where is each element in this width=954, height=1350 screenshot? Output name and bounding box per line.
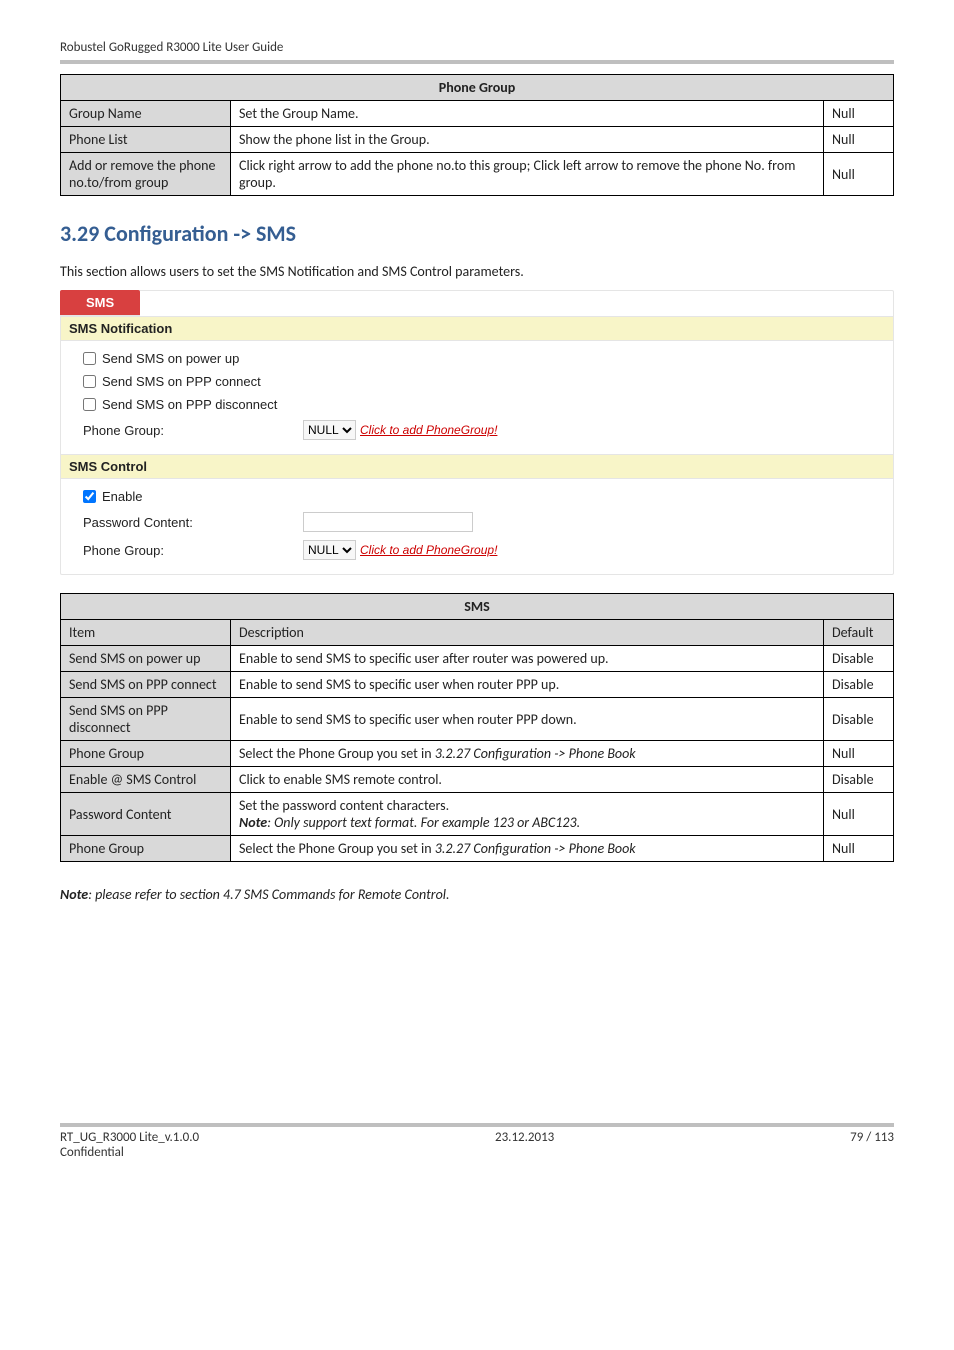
sms-control-band: SMS Control (61, 454, 893, 479)
row-default: Null (824, 793, 894, 836)
row-label: Password Content (61, 793, 231, 836)
row-label: Send SMS on PPP disconnect (61, 698, 231, 741)
col-item: Item (61, 620, 231, 646)
row-default: Disable (824, 672, 894, 698)
send-sms-ppp-connect-checkbox[interactable] (83, 375, 96, 388)
row-label: Group Name (61, 101, 231, 127)
row-default: Null (824, 741, 894, 767)
row-desc: Enable to send SMS to specific user afte… (231, 646, 824, 672)
section-intro: This section allows users to set the SMS… (60, 263, 894, 280)
phone-group-table: Phone Group Group Name Set the Group Nam… (60, 74, 894, 196)
send-sms-power-checkbox[interactable] (83, 352, 96, 365)
row-desc: Click right arrow to add the phone no.to… (231, 153, 824, 196)
row-label: Enable @ SMS Control (61, 767, 231, 793)
enable-checkbox[interactable] (83, 490, 96, 503)
sms-tab[interactable]: SMS (60, 290, 140, 316)
table-row: Add or remove the phone no.to/from group… (61, 153, 894, 196)
row-label: Phone Group (61, 741, 231, 767)
footnote: Note: please refer to section 4.7 SMS Co… (60, 886, 894, 903)
row-default: Null (824, 127, 894, 153)
phone-group-title: Phone Group (61, 75, 894, 101)
password-content-input[interactable] (303, 512, 473, 532)
row-default: Null (824, 153, 894, 196)
phone-group-select[interactable]: NULL (303, 420, 356, 440)
footer-left-2: Confidential (60, 1145, 199, 1160)
page-footer: RT_UG_R3000 Lite_v.1.0.0 Confidential 23… (60, 1127, 894, 1160)
enable-label: Enable (102, 489, 142, 504)
table-row: Password Content Set the password conten… (61, 793, 894, 836)
row-default: Disable (824, 767, 894, 793)
row-desc: Show the phone list in the Group. (231, 127, 824, 153)
row-label: Phone List (61, 127, 231, 153)
password-content-label: Password Content: (83, 515, 303, 530)
row-default: Disable (824, 646, 894, 672)
sms-control-body: Enable Password Content: Phone Group: NU… (61, 479, 893, 574)
section-title: 3.29 Configuration -> SMS (60, 220, 894, 247)
table-row: Send SMS on power up Enable to send SMS … (61, 646, 894, 672)
row-desc: Set the password content characters. Not… (231, 793, 824, 836)
table-row: Send SMS on PPP disconnect Enable to sen… (61, 698, 894, 741)
table-row: Group Name Set the Group Name. Null (61, 101, 894, 127)
row-label: Send SMS on PPP connect (61, 672, 231, 698)
table-row: Item Description Default (61, 620, 894, 646)
row-desc: Select the Phone Group you set in 3.2.27… (231, 836, 824, 862)
table-row: Phone List Show the phone list in the Gr… (61, 127, 894, 153)
row-label: Send SMS on power up (61, 646, 231, 672)
send-sms-ppp-connect-label: Send SMS on PPP connect (102, 374, 261, 389)
sms-panel: SMS SMS Notification Send SMS on power u… (60, 290, 894, 575)
row-default: Disable (824, 698, 894, 741)
row-desc: Click to enable SMS remote control. (231, 767, 824, 793)
row-desc: Enable to send SMS to specific user when… (231, 698, 824, 741)
sms-notification-band: SMS Notification (61, 316, 893, 341)
sms-table-title: SMS (61, 594, 894, 620)
footer-left-1: RT_UG_R3000 Lite_v.1.0.0 (60, 1130, 199, 1145)
row-desc: Select the Phone Group you set in 3.2.27… (231, 741, 824, 767)
phone-group-label-2: Phone Group: (83, 543, 303, 558)
add-phonegroup-link[interactable]: Click to add PhoneGroup! (360, 423, 497, 437)
footer-right: 79 / 113 (850, 1130, 894, 1160)
row-label: Phone Group (61, 836, 231, 862)
header-rule (60, 60, 894, 64)
row-desc: Set the Group Name. (231, 101, 824, 127)
col-default: Default (824, 620, 894, 646)
table-row: Phone Group Select the Phone Group you s… (61, 836, 894, 862)
send-sms-ppp-disconnect-label: Send SMS on PPP disconnect (102, 397, 277, 412)
row-default: Null (824, 836, 894, 862)
sms-desc-table: SMS Item Description Default Send SMS on… (60, 593, 894, 862)
row-desc: Enable to send SMS to specific user when… (231, 672, 824, 698)
page-header: Robustel GoRugged R3000 Lite User Guide (60, 40, 894, 58)
col-desc: Description (231, 620, 824, 646)
row-default: Null (824, 101, 894, 127)
sms-notification-body: Send SMS on power up Send SMS on PPP con… (61, 341, 893, 454)
phone-group-select-2[interactable]: NULL (303, 540, 356, 560)
table-row: Send SMS on PPP connect Enable to send S… (61, 672, 894, 698)
phone-group-label: Phone Group: (83, 423, 303, 438)
row-label: Add or remove the phone no.to/from group (61, 153, 231, 196)
table-row: Phone Group Select the Phone Group you s… (61, 741, 894, 767)
send-sms-power-label: Send SMS on power up (102, 351, 239, 366)
table-row: Enable @ SMS Control Click to enable SMS… (61, 767, 894, 793)
add-phonegroup-link-2[interactable]: Click to add PhoneGroup! (360, 543, 497, 557)
send-sms-ppp-disconnect-checkbox[interactable] (83, 398, 96, 411)
footer-center: 23.12.2013 (495, 1130, 554, 1160)
